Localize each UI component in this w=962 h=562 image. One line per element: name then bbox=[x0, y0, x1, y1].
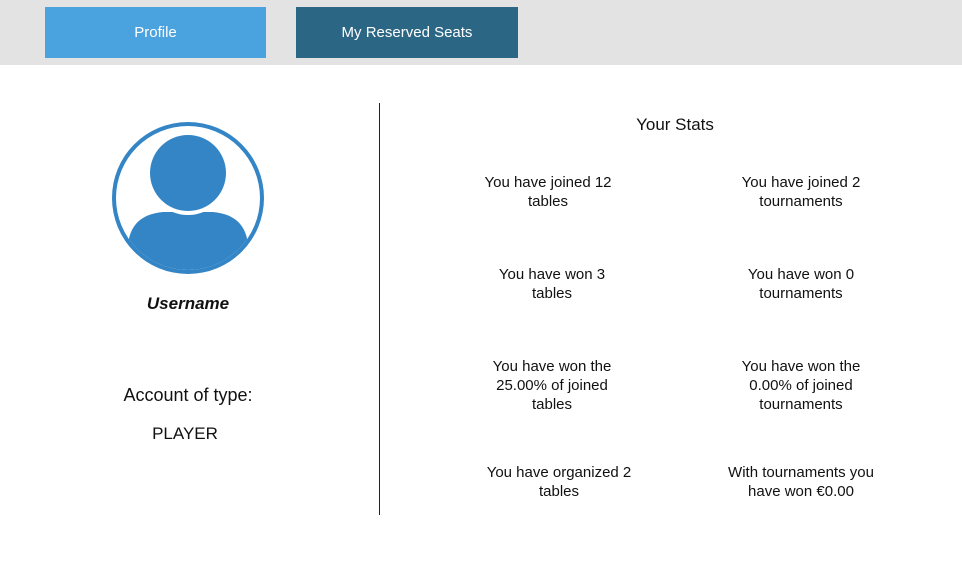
stat-won-tables-percentage: You have won the 25.00% of joined tables bbox=[492, 358, 612, 413]
account-type-label: Account of type: bbox=[123, 385, 253, 405]
tab-profile[interactable]: Profile bbox=[45, 7, 266, 58]
username: Username bbox=[146, 294, 230, 313]
stat-tournament-winnings: With tournaments you have won €0.00 bbox=[728, 464, 874, 500]
stats-title: Your Stats bbox=[636, 115, 714, 134]
tab-my-reserved-seats[interactable]: My Reserved Seats bbox=[296, 7, 518, 58]
stat-joined-tables: You have joined 12 tables bbox=[484, 174, 612, 210]
vertical-divider bbox=[379, 103, 380, 515]
stat-won-tournaments-percentage: You have won the 0.00% of joined tournam… bbox=[741, 358, 861, 413]
stat-won-tournaments: You have won 0 tournaments bbox=[747, 266, 855, 302]
top-navigation-bar: Profile My Reserved Seats bbox=[0, 0, 962, 65]
account-type-value: PLAYER bbox=[152, 424, 218, 443]
stat-organized-tables: You have organized 2 tables bbox=[486, 464, 632, 500]
user-avatar-icon bbox=[112, 122, 264, 274]
stat-joined-tournaments: You have joined 2 tournaments bbox=[741, 174, 861, 210]
stat-won-tables: You have won 3 tables bbox=[498, 266, 606, 302]
